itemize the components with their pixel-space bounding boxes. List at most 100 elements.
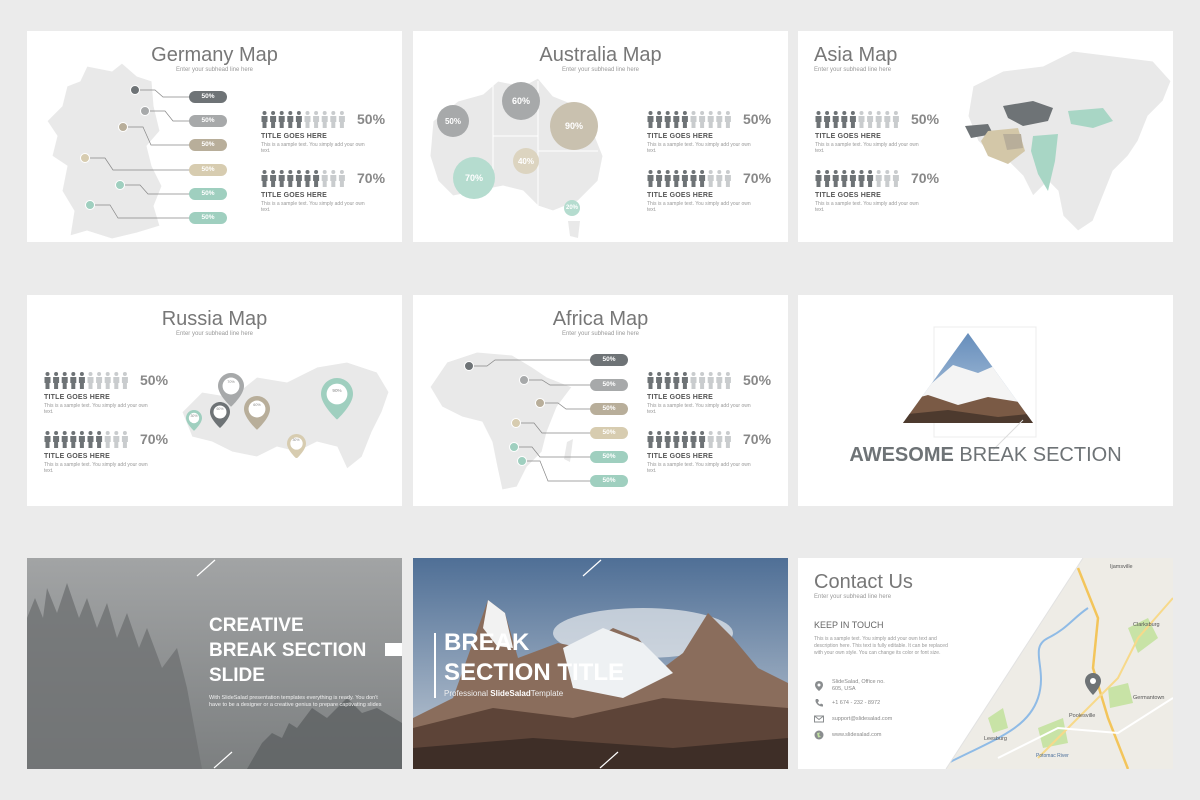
percent-pill: 50%	[189, 115, 227, 127]
person-icon	[656, 372, 663, 389]
web-link[interactable]: www.slidesalad.com	[832, 732, 882, 738]
diagonal-accent-line	[599, 751, 619, 769]
diagonal-accent-line	[196, 559, 216, 577]
person-icon	[270, 111, 277, 128]
sub-post: Template	[530, 689, 564, 698]
person-icon	[699, 111, 706, 128]
creative-line-2: BREAK SECTION	[209, 640, 367, 661]
stat-title: TITLE GOES HERE	[261, 133, 328, 140]
percent-pill: 50%	[189, 188, 227, 200]
map-label: Potomac River	[1036, 753, 1069, 759]
map-bubble: 40%	[513, 148, 539, 174]
map-label: Poolesville	[1069, 713, 1096, 719]
slide-contact-us[interactable]: Ijamsville Clarksburg Germantown Poolesv…	[798, 558, 1173, 769]
map-label: Germantown	[1133, 695, 1165, 701]
slide-break-section-title[interactable]: BREAK SECTION TITLE Professional SlideSa…	[413, 558, 788, 769]
person-icon	[875, 111, 882, 128]
person-icon	[824, 170, 831, 187]
person-icon	[656, 111, 663, 128]
stat-title: TITLE GOES HERE	[647, 192, 714, 199]
pin-label: 30%	[190, 413, 198, 418]
person-icon	[664, 111, 671, 128]
person-icon	[647, 431, 654, 448]
percent-pill: 50%	[189, 139, 227, 151]
map-label: Clarksburg	[1133, 622, 1160, 628]
person-icon	[96, 431, 103, 448]
person-icon	[681, 431, 688, 448]
map-pin: 60%	[210, 402, 230, 428]
person-icon	[70, 431, 77, 448]
slide-asia-map[interactable]: Asia Map Enter your subhead line here 50…	[798, 31, 1173, 242]
person-icon	[78, 372, 85, 389]
person-icon	[690, 111, 697, 128]
people-icon-row	[261, 170, 345, 187]
stat-percent: 50%	[743, 111, 772, 127]
slide-subhead: Enter your subhead line here	[814, 594, 892, 600]
person-icon	[304, 170, 311, 187]
person-icon	[87, 372, 94, 389]
map-bubble: 70%	[453, 157, 495, 199]
people-icon-row	[815, 111, 899, 128]
people-icon-row	[261, 111, 345, 128]
stat-title: TITLE GOES HERE	[44, 394, 111, 401]
phone-text[interactable]: +1 674 - 232 - 8972	[832, 700, 880, 706]
person-icon	[716, 372, 723, 389]
stat-desc: This is a sample text. You simply add yo…	[647, 462, 751, 474]
people-icon-row	[815, 170, 899, 187]
map-marker	[519, 375, 529, 385]
people-icon-row	[647, 170, 731, 187]
person-icon	[287, 170, 294, 187]
percent-pill: 50%	[189, 91, 227, 103]
map-marker	[535, 398, 545, 408]
map-marker	[80, 153, 90, 163]
slide-creative-break[interactable]: CREATIVE BREAK SECTION SLIDE With SlideS…	[27, 558, 402, 769]
person-icon	[832, 170, 839, 187]
people-icon-row	[647, 372, 731, 389]
person-icon	[287, 111, 294, 128]
slide-russia-map[interactable]: Russia Map Enter your subhead line here …	[27, 295, 402, 506]
web-row: www.slidesalad.com	[814, 730, 882, 740]
person-icon	[832, 111, 839, 128]
slide-africa-map[interactable]: Africa Map Enter your subhead line here …	[413, 295, 788, 506]
break-title-line-2: SECTION TITLE	[444, 659, 624, 686]
stat-percent: 50%	[140, 372, 169, 388]
map-label: Leesburg	[984, 736, 1007, 742]
pin-label: 60%	[216, 407, 224, 412]
map-marker	[511, 418, 521, 428]
address-row: SlideSalad, Office no. 605, USA	[814, 679, 892, 692]
mail-icon	[814, 715, 824, 723]
person-icon	[656, 431, 663, 448]
pin-label: 60%	[253, 403, 261, 408]
map-bubble: 90%	[550, 102, 598, 150]
percent-pill: 50%	[189, 212, 227, 224]
person-icon	[44, 372, 51, 389]
slide-awesome-break[interactable]: AWESOME BREAK SECTION	[798, 295, 1173, 506]
person-icon	[724, 170, 731, 187]
person-icon	[716, 170, 723, 187]
person-icon	[673, 170, 680, 187]
stat-desc: This is a sample text. You simply add yo…	[815, 201, 919, 213]
person-icon	[858, 111, 865, 128]
person-icon	[44, 431, 51, 448]
map-marker	[115, 180, 125, 190]
break-title-line-1: BREAK	[444, 629, 530, 656]
person-icon	[707, 431, 714, 448]
person-icon	[824, 111, 831, 128]
person-icon	[867, 111, 874, 128]
person-icon	[647, 111, 654, 128]
person-icon	[664, 431, 671, 448]
person-icon	[313, 170, 320, 187]
slide-australia-map[interactable]: Australia Map Enter your subhead line he…	[413, 31, 788, 242]
stat-desc: This is a sample text. You simply add yo…	[261, 201, 365, 213]
map-marker	[85, 200, 95, 210]
map-marker	[118, 122, 128, 132]
person-icon	[841, 111, 848, 128]
person-icon	[330, 170, 337, 187]
break-heading-rest: BREAK SECTION	[959, 444, 1122, 466]
person-icon	[338, 170, 345, 187]
email-link[interactable]: support@slidesalad.com	[832, 716, 892, 722]
person-icon	[104, 431, 111, 448]
stat-title: TITLE GOES HERE	[647, 133, 714, 140]
slide-title: Asia Map	[814, 44, 898, 66]
slide-germany-map[interactable]: Germany Map Enter your subhead line here…	[27, 31, 402, 242]
